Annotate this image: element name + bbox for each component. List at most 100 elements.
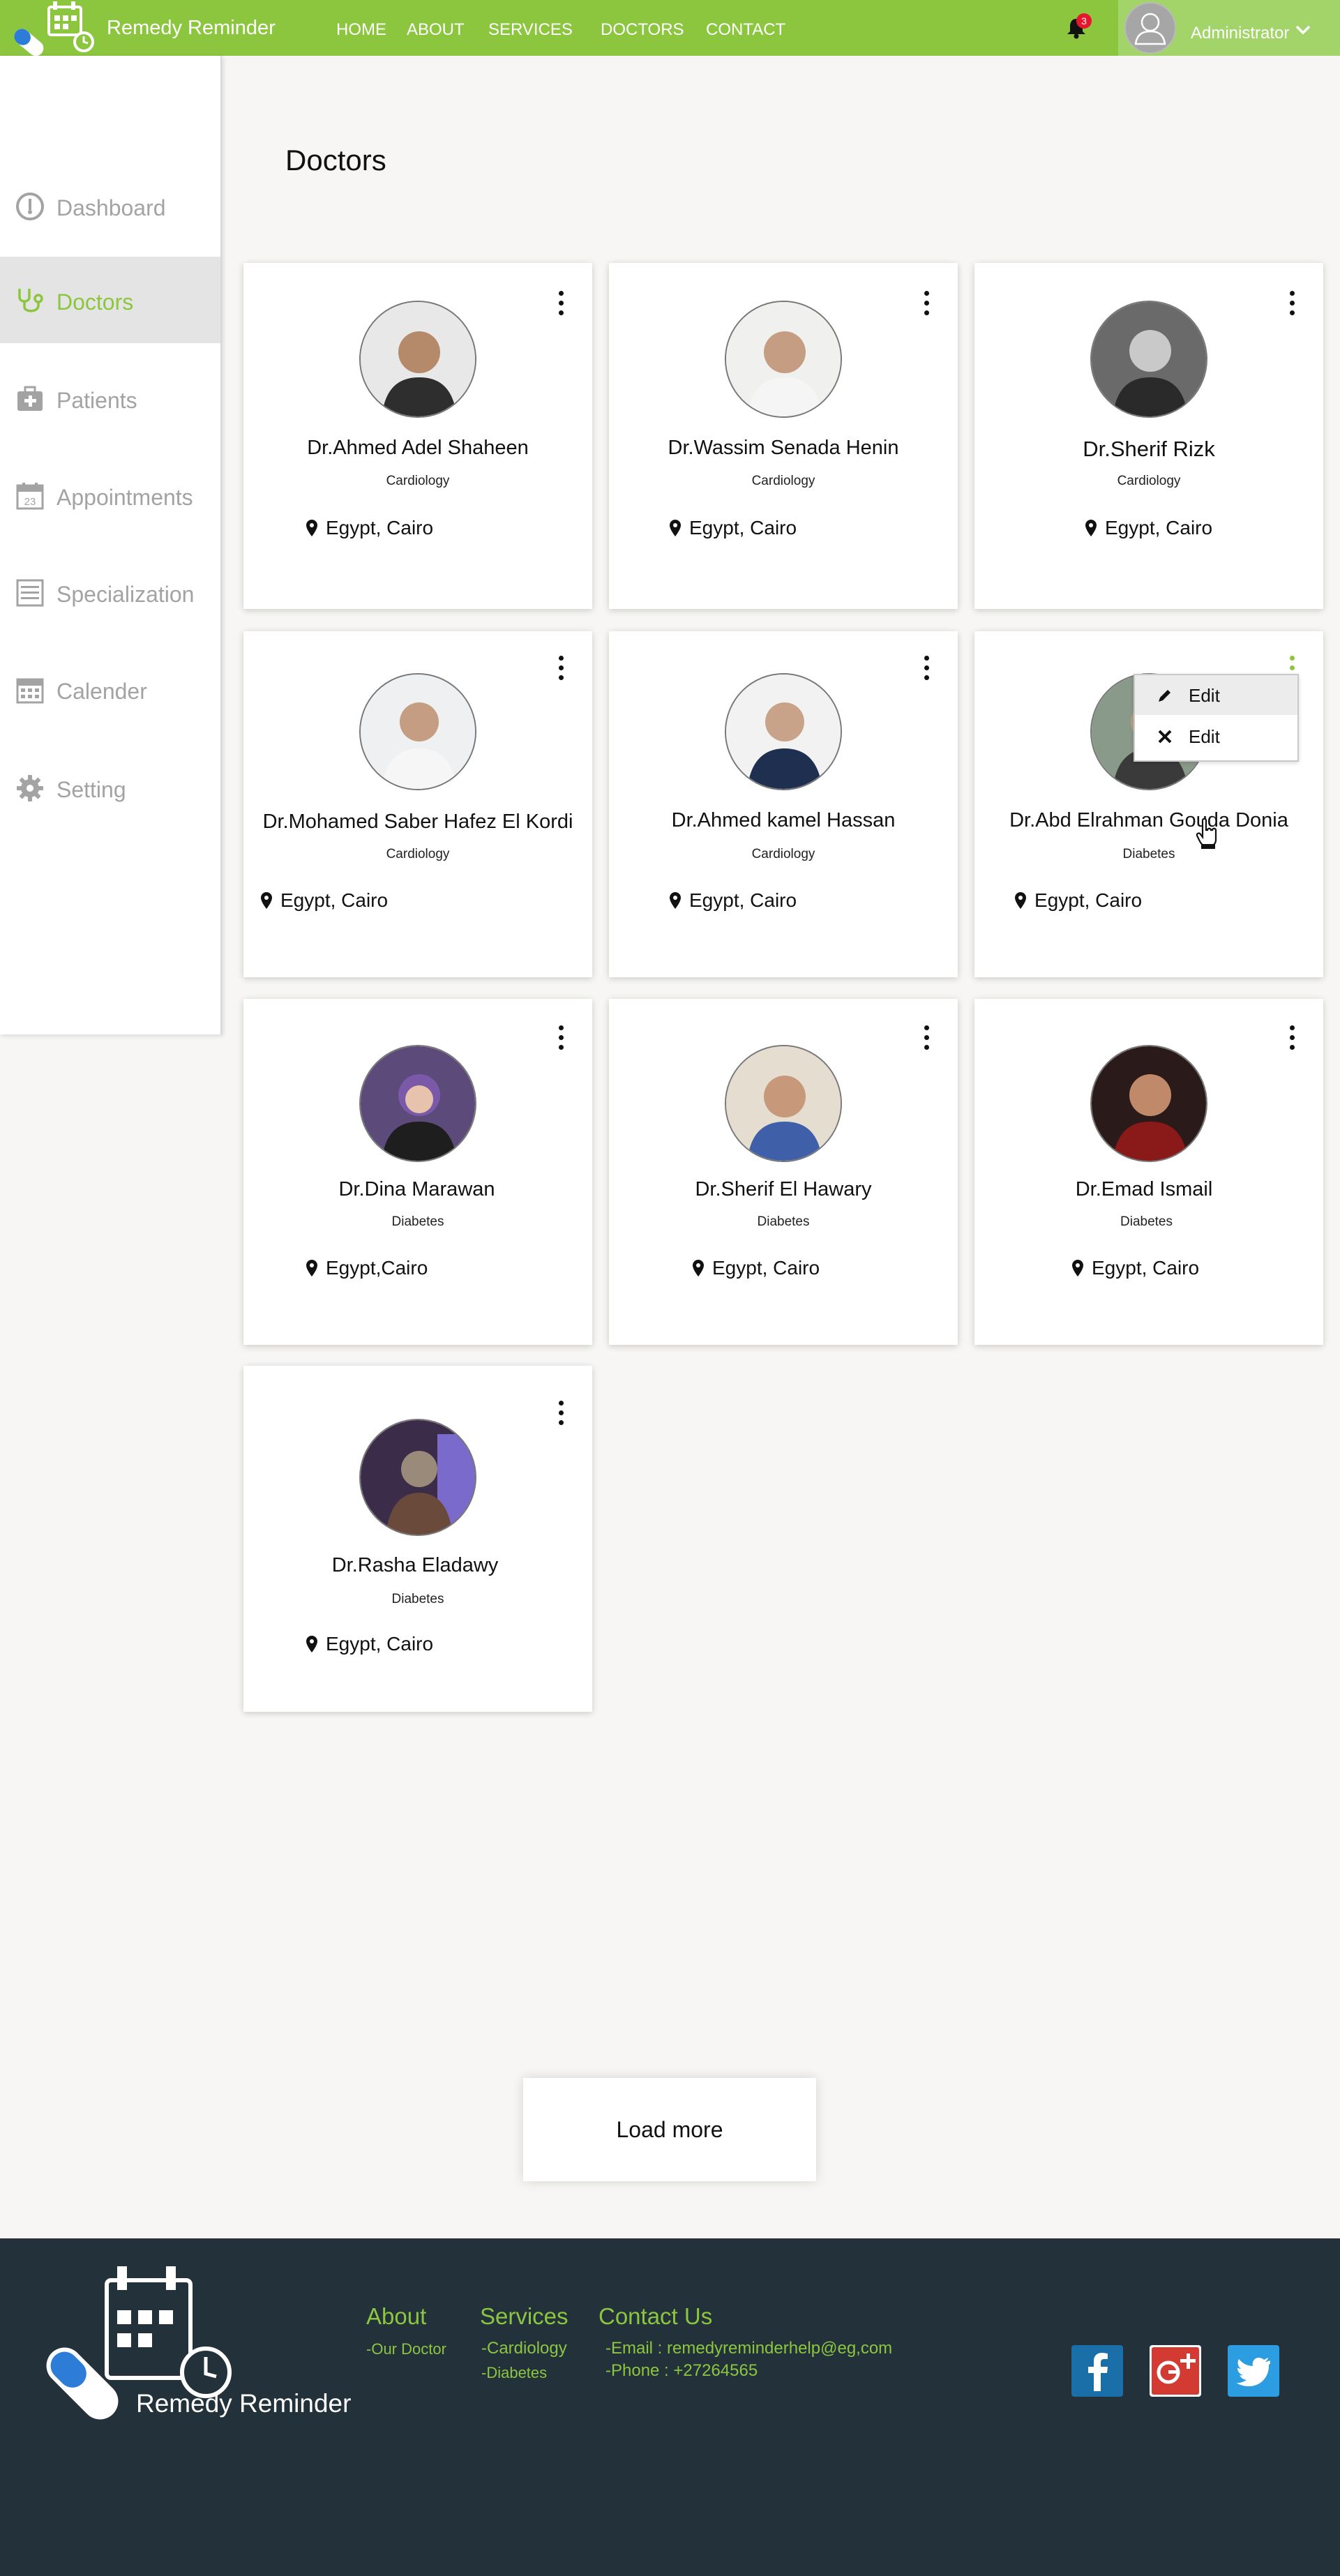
doctor-location: Egypt, Cairo (670, 517, 797, 539)
doctor-photo (359, 1419, 476, 1536)
sidebar-item-appointments[interactable]: 23 Appointments (0, 452, 220, 538)
sidebar-item-patients[interactable]: Patients (0, 355, 220, 442)
nav-home[interactable]: HOME (336, 20, 386, 40)
doctor-card[interactable]: Dr.Emad Ismail Diabetes Egypt, Cairo (974, 999, 1323, 1345)
sidebar-item-calender[interactable]: Calender (0, 646, 220, 732)
doctor-photo (725, 1045, 842, 1162)
doctor-photo (359, 301, 476, 418)
location-pin-icon (670, 520, 681, 536)
doctor-name[interactable]: Dr.Dina Marawan (241, 1178, 592, 1201)
doctor-specialty: Cardiology (751, 847, 815, 861)
location-text: Egypt, Cairo (689, 889, 797, 911)
doctor-name[interactable]: Dr.Sherif El Hawary (609, 1178, 958, 1201)
twitter-icon[interactable] (1228, 2345, 1279, 2397)
footer-link-our-doctor[interactable]: -Our Doctor (366, 2340, 446, 2358)
card-options-menu: Edit Edit (1134, 674, 1299, 762)
user-icon (1134, 13, 1166, 45)
doctor-card[interactable]: Dr.Ahmed kamel Hassan Cardiology Egypt, … (609, 631, 958, 977)
doctor-name[interactable]: Dr.Ahmed Adel Shaheen (243, 437, 592, 460)
top-bar: Remedy Reminder HOME ABOUT SERVICES DOCT… (0, 0, 1340, 56)
doctor-specialty: Cardiology (386, 847, 450, 861)
more-options-icon[interactable] (921, 1024, 931, 1052)
doctor-specialty: Cardiology (1117, 474, 1181, 488)
sidebar-item-specialization[interactable]: Specialization (0, 549, 220, 635)
menu-item-remove[interactable]: Edit (1135, 716, 1297, 756)
more-options-icon[interactable] (921, 654, 931, 682)
doctor-specialty: Diabetes (391, 1592, 444, 1606)
facebook-icon[interactable] (1071, 2345, 1123, 2397)
location-text: Egypt, Cairo (712, 1257, 820, 1279)
footer-email[interactable]: -Email : remedyreminderhelp@eg,com (605, 2339, 892, 2358)
more-options-icon[interactable] (1287, 289, 1297, 317)
footer-about-heading: About (366, 2303, 427, 2329)
location-pin-icon (1085, 520, 1097, 536)
footer-services-heading: Services (480, 2303, 569, 2329)
doctor-card[interactable]: Dr.Sherif El Hawary Diabetes Egypt, Cair… (609, 999, 958, 1345)
sidebar-item-doctors[interactable]: Doctors (0, 257, 220, 343)
doctor-location: Egypt, Cairo (1085, 517, 1212, 539)
doctor-card[interactable]: Dr.Rasha Eladawy Diabetes Egypt, Cairo (243, 1366, 592, 1712)
google-plus-icon[interactable] (1150, 2345, 1201, 2397)
doctor-location: Egypt, Cairo (261, 889, 388, 912)
more-options-icon[interactable] (556, 1024, 566, 1052)
footer-phone: -Phone : +27264565 (605, 2361, 758, 2380)
nav-doctors[interactable]: DOCTORS (601, 20, 684, 40)
sidebar: Dashboard Doctors Patients 23 Appointmen… (0, 56, 222, 1034)
doctor-name[interactable]: Dr.Wassim Senada Henin (609, 437, 958, 460)
footer-link-cardiology[interactable]: -Cardiology (481, 2339, 567, 2358)
doctor-location: Egypt, Cairo (1015, 889, 1142, 912)
location-pin-icon (670, 892, 681, 909)
menu-item-edit[interactable]: Edit (1135, 675, 1297, 715)
app-logo[interactable] (10, 0, 99, 56)
nav-contact[interactable]: CONTACT (706, 20, 785, 40)
location-pin-icon (1015, 892, 1026, 909)
nav-about[interactable]: ABOUT (407, 20, 465, 40)
doctor-name[interactable]: Dr.Ahmed kamel Hassan (609, 809, 958, 832)
doctor-specialty: Diabetes (1122, 847, 1175, 861)
doctor-card[interactable]: Dr.Sherif Rizk Cardiology Egypt, Cairo (974, 263, 1323, 609)
doctor-card[interactable]: Dr.Ahmed Adel Shaheen Cardiology Egypt, … (243, 263, 592, 609)
sidebar-item-label: Calender (57, 679, 147, 704)
sidebar-item-label: Doctors (57, 289, 134, 315)
sidebar-item-setting[interactable]: Setting (0, 744, 220, 831)
doctor-location: Egypt, Cairo (306, 517, 433, 539)
location-text: Egypt, Cairo (689, 517, 797, 538)
doctor-photo (1090, 1045, 1207, 1162)
footer-contact-heading: Contact Us (599, 2303, 713, 2329)
doctor-card[interactable]: Dr.Mohamed Saber Hafez El Kordi Cardiolo… (243, 631, 592, 977)
list-icon (16, 579, 44, 607)
doctor-location: Egypt, Cairo (670, 889, 797, 912)
doctor-name[interactable]: Dr.Emad Ismail (965, 1178, 1323, 1201)
doctor-specialty: Diabetes (757, 1214, 810, 1229)
pencil-icon (1159, 690, 1170, 702)
doctor-card[interactable]: Dr.Dina Marawan Diabetes Egypt,Cairo (243, 999, 592, 1345)
location-text: Egypt, Cairo (326, 1633, 434, 1655)
sidebar-item-label: Setting (57, 777, 126, 802)
doctor-photo (359, 1045, 476, 1162)
gear-icon (17, 775, 43, 801)
doctor-name[interactable]: Dr.Mohamed Saber Hafez El Kordi (243, 811, 592, 834)
load-more-button[interactable]: Load more (523, 2078, 816, 2181)
calendar-icon (16, 678, 44, 704)
more-options-icon[interactable] (1287, 1024, 1297, 1052)
location-pin-icon (1072, 1260, 1083, 1276)
more-options-icon[interactable] (556, 654, 566, 682)
doctor-specialty: Diabetes (391, 1214, 444, 1229)
doctor-photo (725, 673, 842, 790)
more-options-icon[interactable] (921, 289, 931, 317)
doctor-location: Egypt, Cairo (306, 1633, 433, 1655)
doctor-name[interactable]: Dr.Abd Elrahman Gouda Donia (974, 809, 1323, 832)
footer-link-diabetes[interactable]: -Diabetes (481, 2364, 547, 2382)
stethoscope-icon (18, 289, 43, 312)
more-options-icon[interactable] (556, 1399, 566, 1427)
doctor-name[interactable]: Dr.Rasha Eladawy (238, 1554, 592, 1577)
user-menu[interactable]: Administrator (1118, 0, 1340, 56)
doctor-location: Egypt, Cairo (693, 1257, 820, 1279)
nav-services[interactable]: SERVICES (488, 20, 573, 40)
more-options-icon[interactable] (556, 289, 566, 317)
doctor-name[interactable]: Dr.Sherif Rizk (974, 437, 1323, 462)
menu-item-label: Edit (1189, 726, 1220, 747)
doctor-card[interactable]: Dr.Wassim Senada Henin Cardiology Egypt,… (609, 263, 958, 609)
sidebar-item-dashboard[interactable]: Dashboard (0, 163, 220, 249)
location-text: Egypt, Cairo (1092, 1257, 1200, 1279)
